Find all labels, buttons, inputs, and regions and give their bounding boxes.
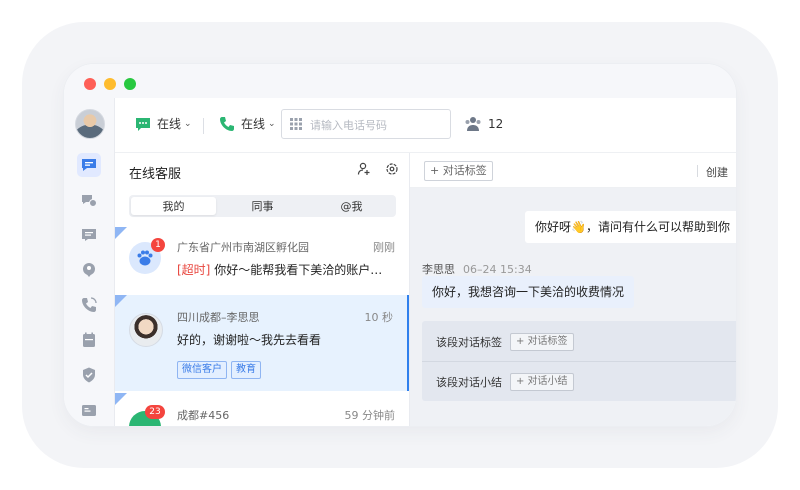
conversation-list-panel: 在线客服 我的 同事 @我 1 广东省广州市南湖区孵化园 刚刚 [超时] 你好～…	[115, 153, 410, 426]
add-conversation-tag-button[interactable]: + 对话标签	[424, 161, 493, 181]
visitor-avatar	[129, 313, 163, 347]
chat-bubble-icon	[82, 159, 96, 171]
history-chat-icon	[82, 195, 97, 207]
dialpad-icon	[290, 118, 302, 130]
conversation-summary-box: 该段对话标签 + 对话标签 该段对话小结 + 对话小结	[422, 321, 736, 401]
conversation-message: 你好～能帮我看下美洽的账户…	[214, 263, 383, 277]
sidebar-item-chat[interactable]	[77, 153, 101, 177]
phone-number-input[interactable]	[308, 110, 450, 140]
sidebar-item-calendar[interactable]	[77, 328, 101, 352]
panel-actions	[357, 162, 399, 176]
top-toolbar: 在线 ⌄ 在线 ⌄ 请输入电话号码 12	[115, 98, 736, 153]
location-icon	[83, 263, 95, 277]
id-card-icon	[82, 405, 96, 416]
add-summary-tag-button[interactable]: + 对话标签	[510, 333, 574, 351]
message-board-icon	[82, 229, 96, 241]
sidebar-item-phone[interactable]	[77, 293, 101, 317]
sidebar-item-history[interactable]	[77, 188, 101, 212]
conversation-time: 10 秒	[364, 311, 394, 324]
tab-colleagues[interactable]: 同事	[220, 197, 305, 215]
chat-header: + 对话标签 创建	[410, 153, 736, 188]
phone-status-label: 在线	[241, 117, 266, 131]
queue-count: 12	[488, 117, 504, 131]
add-user-icon[interactable]	[357, 162, 371, 176]
conversation-preview: [超时] 你好～能帮我看下美洽的账户…	[177, 261, 397, 278]
conversation-title: 广东省广州市南湖区孵化园	[177, 241, 309, 254]
settings-icon[interactable]	[385, 162, 399, 176]
overtime-tag: [超时]	[177, 263, 211, 277]
conversation-message: 好的，谢谢啦～我先去看看	[177, 333, 322, 347]
chat-status-icon	[136, 117, 150, 131]
summary-tag-row: 该段对话标签 + 对话标签	[436, 333, 574, 351]
message-time: 06–24 15:34	[463, 263, 532, 276]
minimize-window-button[interactable]	[104, 78, 116, 90]
message-meta: 李思思 06–24 15:34	[422, 261, 532, 277]
user-avatar[interactable]	[75, 109, 105, 139]
unread-badge: 1	[151, 238, 165, 252]
panel-title: 在线客服	[129, 167, 182, 182]
sidebar-item-messages[interactable]	[77, 223, 101, 247]
phone-call-icon	[82, 297, 97, 312]
customer-tag[interactable]: 微信客户	[177, 361, 227, 379]
chat-status-dropdown[interactable]: 在线 ⌄	[135, 115, 192, 132]
phone-number-field[interactable]	[281, 109, 451, 140]
customer-tag[interactable]: 教育	[231, 361, 261, 379]
tab-mentions[interactable]: @我	[309, 197, 394, 215]
header-divider	[697, 165, 698, 177]
conversation-title: 四川成都–李思思	[177, 311, 260, 324]
unread-badge: 23	[145, 405, 165, 419]
chevron-down-icon: ⌄	[184, 118, 192, 129]
chat-panel: + 对话标签 创建 你好呀👋，请问有什么可以帮助到你 李思思 06–24 15:3…	[410, 153, 736, 426]
customer-tags: 微信客户 教育	[177, 357, 265, 379]
conversation-filter-tabs: 我的 同事 @我	[129, 195, 396, 217]
sidebar-item-security[interactable]	[77, 363, 101, 387]
summary-note-label: 该段对话小结	[436, 376, 502, 389]
summary-divider	[422, 361, 736, 362]
phone-icon	[220, 116, 234, 131]
summary-note-row: 该段对话小结 + 对话小结	[436, 373, 574, 391]
add-summary-note-button[interactable]: + 对话小结	[510, 373, 574, 391]
chat-status-label: 在线	[157, 117, 182, 131]
conversation-item-selected[interactable]: 四川成都–李思思 10 秒 好的，谢谢啦～我先去看看 微信客户 教育	[115, 295, 409, 391]
conversation-title: 成都#456	[177, 409, 230, 422]
app-window: 在线 ⌄ 在线 ⌄ 请输入电话号码 12 在线客服 我的 同事 @我 1 广东省…	[64, 64, 736, 426]
users-group-icon	[465, 117, 481, 131]
conversation-time: 刚刚	[373, 241, 395, 254]
shield-check-icon	[83, 367, 95, 383]
outgoing-message: 你好呀👋，请问有什么可以帮助到你	[525, 211, 736, 243]
sender-name: 李思思	[422, 263, 455, 276]
maximize-window-button[interactable]	[124, 78, 136, 90]
sidebar	[64, 98, 115, 426]
queue-indicator[interactable]: 12	[464, 116, 503, 132]
phone-status-dropdown[interactable]: 在线 ⌄	[219, 115, 276, 132]
sidebar-item-contacts[interactable]	[77, 398, 101, 422]
incoming-message: 你好，我想咨询一下美洽的收费情况	[422, 276, 635, 308]
chevron-down-icon: ⌄	[268, 118, 276, 129]
conversation-item[interactable]: 23 成都#456 59 分钟前	[115, 393, 409, 426]
unread-corner-marker	[115, 227, 127, 239]
summary-tag-label: 该段对话标签	[436, 336, 502, 349]
window-titlebar	[64, 64, 736, 98]
conversation-time: 59 分钟前	[344, 409, 396, 422]
close-window-button[interactable]	[84, 78, 96, 90]
toolbar-divider	[203, 118, 204, 134]
calendar-icon	[83, 332, 95, 347]
unread-corner-marker	[115, 393, 127, 405]
unread-corner-marker	[115, 295, 127, 307]
create-button[interactable]: 创建	[706, 164, 728, 180]
tab-mine[interactable]: 我的	[131, 197, 216, 215]
sidebar-item-location[interactable]	[77, 258, 101, 282]
